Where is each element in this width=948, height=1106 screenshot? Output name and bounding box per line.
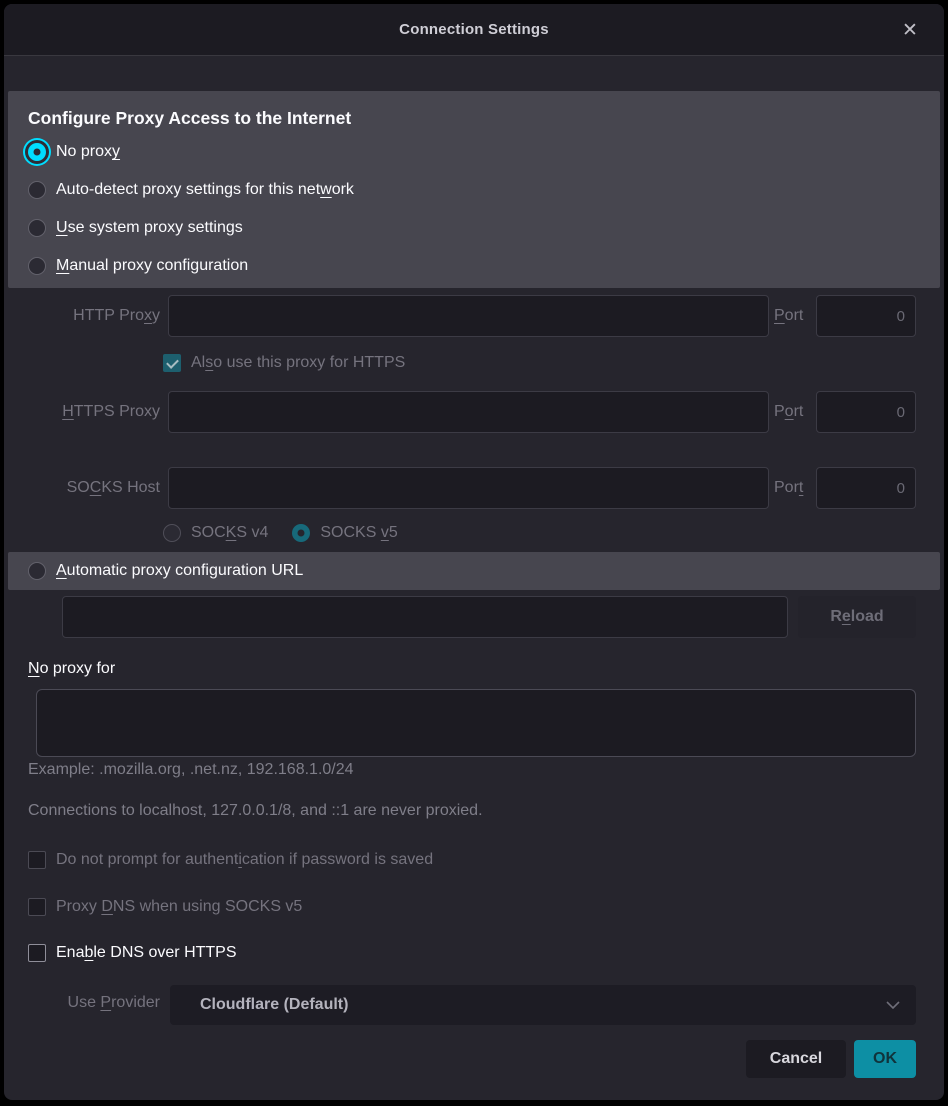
also-https-checkbox[interactable]: [163, 354, 181, 372]
radio-icon-system-proxy[interactable]: [28, 219, 46, 237]
page-title: Connection Settings: [399, 21, 549, 38]
socks-port-input[interactable]: [816, 467, 916, 509]
close-button[interactable]: ✕: [890, 4, 930, 56]
no-proxy-note-text: Connections to localhost, 127.0.0.1/8, a…: [28, 802, 483, 820]
no-proxy-for-textarea[interactable]: [36, 689, 916, 757]
socks-v5-radio[interactable]: [292, 524, 310, 542]
http-port-label: Port: [774, 307, 803, 325]
use-provider-label: Use Provider: [4, 994, 160, 1012]
no-prompt-auth-checkbox[interactable]: [28, 851, 46, 869]
no-prompt-auth-label: Do not prompt for authentication if pass…: [56, 851, 433, 869]
auto-proxy-url-label: Automatic proxy configuration URL: [56, 562, 303, 580]
auto-url-input[interactable]: [62, 596, 788, 638]
radio-label-system-proxy: Use system proxy settings: [56, 219, 243, 237]
proxy-dns-label: Proxy DNS when using SOCKS v5: [56, 898, 302, 916]
close-icon: ✕: [902, 19, 918, 42]
auto-proxy-url-option[interactable]: Automatic proxy configuration URL: [28, 552, 303, 590]
radio-icon-auto-detect[interactable]: [28, 181, 46, 199]
radio-icon-manual-proxy[interactable]: [28, 257, 46, 275]
no-proxy-for-label: No proxy for: [28, 660, 115, 678]
socks-host-label: SOCKS Host: [4, 479, 160, 497]
socks-v5-label: SOCKS v5: [320, 524, 397, 542]
radio-label-manual-proxy: Manual proxy configuration: [56, 257, 248, 275]
auto-proxy-url-radio[interactable]: [28, 562, 46, 580]
radio-option-auto-detect[interactable]: Auto-detect proxy settings for this netw…: [28, 171, 940, 209]
section-title: Configure Proxy Access to the Internet: [28, 103, 940, 133]
enable-doh-row[interactable]: Enable DNS over HTTPS: [28, 941, 237, 965]
provider-dropdown[interactable]: Cloudflare (Default): [170, 985, 916, 1025]
http-port-input[interactable]: [816, 295, 916, 337]
also-https-label: Also use this proxy for HTTPS: [191, 354, 405, 372]
proxy-mode-panel: Configure Proxy Access to the Internet N…: [8, 91, 940, 288]
radio-option-manual-proxy[interactable]: Manual proxy configuration: [28, 247, 940, 285]
http-proxy-input[interactable]: [168, 295, 769, 337]
radio-label-no-proxy: No proxy: [56, 143, 120, 161]
provider-selected-value: Cloudflare (Default): [200, 996, 886, 1014]
connection-settings-dialog: Connection Settings ✕ Configure Proxy Ac…: [4, 4, 944, 1100]
socks-version-row: SOCKS v4 SOCKS v5: [163, 520, 398, 546]
enable-doh-label: Enable DNS over HTTPS: [56, 944, 237, 962]
radio-label-auto-detect: Auto-detect proxy settings for this netw…: [56, 181, 354, 199]
no-proxy-example-text: Example: .mozilla.org, .net.nz, 192.168.…: [28, 761, 354, 779]
dialog-titlebar: Connection Settings ✕: [4, 4, 944, 56]
https-port-label: Port: [774, 403, 803, 421]
radio-option-system-proxy[interactable]: Use system proxy settings: [28, 209, 940, 247]
socks-host-input[interactable]: [168, 467, 769, 509]
also-https-row[interactable]: Also use this proxy for HTTPS: [163, 350, 405, 376]
http-proxy-row: HTTP Proxy Port: [4, 295, 944, 337]
proxy-dns-checkbox[interactable]: [28, 898, 46, 916]
no-prompt-auth-row[interactable]: Do not prompt for authentication if pass…: [28, 848, 433, 872]
enable-doh-checkbox[interactable]: [28, 944, 46, 962]
radio-option-no-proxy[interactable]: No proxy: [28, 133, 940, 171]
socks-v4-radio[interactable]: [163, 524, 181, 542]
auto-proxy-url-row[interactable]: Automatic proxy configuration URL: [8, 552, 940, 590]
cancel-button[interactable]: Cancel: [746, 1040, 846, 1078]
proxy-dns-row[interactable]: Proxy DNS when using SOCKS v5: [28, 895, 302, 919]
https-port-input[interactable]: [816, 391, 916, 433]
radio-icon-no-proxy[interactable]: [28, 143, 46, 161]
auto-url-input-row: Reload: [4, 596, 944, 639]
dialog-content: Configure Proxy Access to the Internet N…: [4, 56, 944, 1100]
https-proxy-input[interactable]: [168, 391, 769, 433]
https-proxy-label: HTTPS Proxy: [4, 403, 160, 421]
socks-v4-label: SOCKS v4: [191, 524, 268, 542]
chevron-down-icon: [886, 1001, 900, 1009]
https-proxy-row: HTTPS Proxy Port: [4, 391, 944, 433]
socks-host-row: SOCKS Host Port: [4, 467, 944, 509]
reload-button[interactable]: Reload: [798, 596, 916, 638]
ok-button[interactable]: OK: [854, 1040, 916, 1078]
http-proxy-label: HTTP Proxy: [4, 307, 160, 325]
provider-row: Use Provider Cloudflare (Default): [4, 985, 944, 1025]
socks-port-label: Port: [774, 479, 803, 497]
